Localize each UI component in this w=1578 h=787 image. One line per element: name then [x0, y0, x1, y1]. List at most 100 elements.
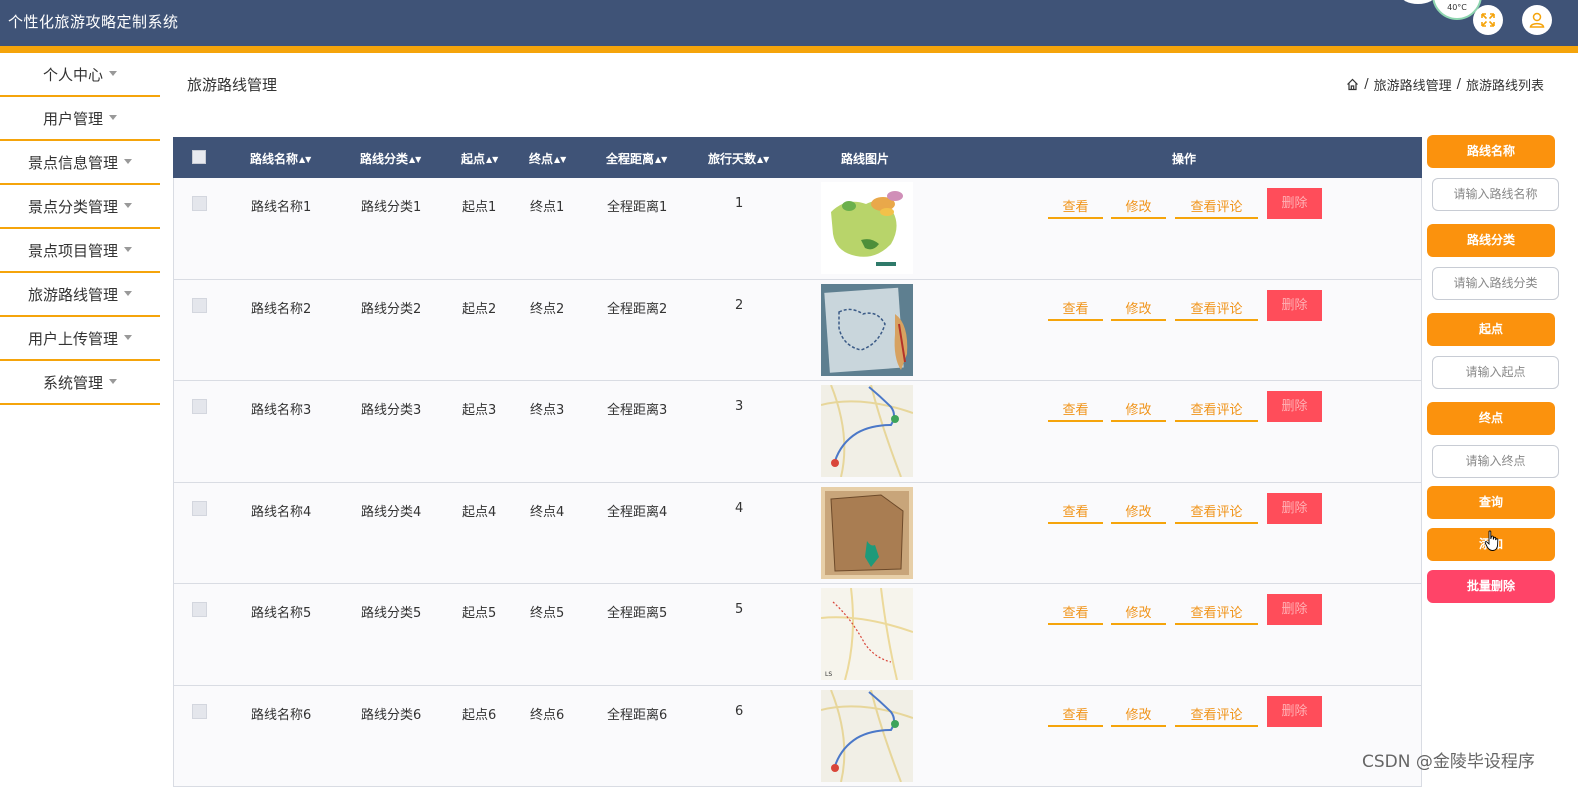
view-button[interactable]: 查看 [1048, 396, 1103, 422]
sidebar-item-travel-route[interactable]: 旅游路线管理 [0, 273, 160, 317]
sidebar-item-label: 用户上传管理 [28, 328, 118, 349]
column-header-end[interactable]: 终点▲▼ [529, 150, 566, 167]
row-checkbox[interactable] [192, 501, 207, 516]
view-comments-button[interactable]: 查看评论 [1175, 193, 1258, 219]
sidebar-item-user-upload[interactable]: 用户上传管理 [0, 317, 160, 361]
cell-route-name: 路线名称1 [251, 196, 311, 215]
table-row: 路线名称3 路线分类3 起点3 终点3 全程距离3 3 查看 修改 查看评论 删… [173, 381, 1422, 483]
caret-down-icon [109, 379, 117, 384]
sidebar-item-personal-center[interactable]: 个人中心 [0, 53, 160, 97]
home-icon[interactable] [1346, 78, 1359, 91]
route-table: 路线名称▲▼ 路线分类▲▼ 起点▲▼ 终点▲▼ 全程距离▲▼ 旅行天数▲▼ 路线… [173, 137, 1422, 787]
view-button[interactable]: 查看 [1048, 193, 1103, 219]
edit-button[interactable]: 修改 [1111, 701, 1166, 727]
edit-button[interactable]: 修改 [1111, 396, 1166, 422]
edit-button[interactable]: 修改 [1111, 193, 1166, 219]
delete-button[interactable]: 删除 [1267, 594, 1322, 625]
cell-start: 起点1 [462, 196, 496, 215]
view-button[interactable]: 查看 [1048, 498, 1103, 524]
caret-down-icon [109, 115, 117, 120]
sidebar-item-scenic-project[interactable]: 景点项目管理 [0, 229, 160, 273]
svg-text:LS: LS [825, 671, 832, 678]
delete-button[interactable]: 删除 [1267, 290, 1322, 321]
route-name-input[interactable]: 请输入路线名称 [1432, 178, 1559, 211]
view-comments-button[interactable]: 查看评论 [1175, 701, 1258, 727]
sidebar-item-system[interactable]: 系统管理 [0, 361, 160, 405]
column-header-ops: 操作 [1172, 150, 1196, 167]
route-map-image: LS [821, 588, 913, 680]
route-name-label: 路线名称 [1427, 135, 1555, 168]
row-checkbox[interactable] [192, 298, 207, 313]
watermark: CSDN @金陵毕设程序 [1362, 747, 1535, 772]
top-header: 个性化旅游攻略定制系统 [0, 0, 1578, 46]
hand-cursor-icon [1484, 530, 1500, 552]
cell-days: 3 [735, 399, 743, 414]
sidebar-item-scenic-info[interactable]: 景点信息管理 [0, 141, 160, 185]
weather-temperature: 40°C [1447, 3, 1467, 12]
edit-button[interactable]: 修改 [1111, 498, 1166, 524]
sidebar-item-label: 旅游路线管理 [28, 284, 118, 305]
column-header-distance[interactable]: 全程距离▲▼ [606, 150, 667, 167]
sidebar-item-user-management[interactable]: 用户管理 [0, 97, 160, 141]
delete-button[interactable]: 删除 [1267, 493, 1322, 524]
row-checkbox[interactable] [192, 196, 207, 211]
sort-icon: ▲▼ [554, 155, 566, 164]
view-comments-button[interactable]: 查看评论 [1175, 295, 1258, 321]
end-label: 终点 [1427, 402, 1555, 435]
cell-start: 起点3 [462, 399, 496, 418]
column-header-label: 路线分类 [360, 152, 408, 166]
query-button[interactable]: 查询 [1427, 486, 1555, 519]
fullscreen-button[interactable] [1473, 5, 1503, 35]
delete-button[interactable]: 删除 [1267, 391, 1322, 422]
delete-button[interactable]: 删除 [1267, 696, 1322, 727]
row-checkbox[interactable] [192, 399, 207, 414]
view-button[interactable]: 查看 [1048, 599, 1103, 625]
table-row: 路线名称6 路线分类6 起点6 终点6 全程距离6 6 查看 修改 查看评论 删… [173, 686, 1422, 787]
column-header-category[interactable]: 路线分类▲▼ [360, 150, 421, 167]
sort-icon: ▲▼ [486, 155, 498, 164]
sidebar-item-scenic-category[interactable]: 景点分类管理 [0, 185, 160, 229]
delete-button[interactable]: 删除 [1267, 188, 1322, 219]
sort-icon: ▲▼ [409, 155, 421, 164]
cell-route-name: 路线名称5 [251, 602, 311, 621]
caret-down-icon [124, 203, 132, 208]
table-row: 路线名称5 路线分类5 起点5 终点5 全程距离5 5 LS 查看 修改 查看评… [173, 584, 1422, 686]
table-row: 路线名称4 路线分类4 起点4 终点4 全程距离4 4 查看 修改 查看评论 删… [173, 483, 1422, 585]
select-all-checkbox[interactable] [192, 150, 206, 164]
route-map-image [821, 385, 913, 477]
cell-days: 4 [735, 501, 743, 516]
route-category-input[interactable]: 请输入路线分类 [1432, 267, 1559, 300]
cell-route-name: 路线名称6 [251, 704, 311, 723]
row-checkbox[interactable] [192, 704, 207, 719]
cell-days: 1 [735, 196, 743, 211]
column-header-name[interactable]: 路线名称▲▼ [250, 150, 311, 167]
row-checkbox[interactable] [192, 602, 207, 617]
column-header-start[interactable]: 起点▲▼ [461, 150, 498, 167]
caret-down-icon [109, 71, 117, 76]
column-header-image: 路线图片 [841, 150, 889, 167]
sidebar-item-label: 系统管理 [43, 372, 103, 393]
breadcrumb-item-route-list: 旅游路线列表 [1466, 75, 1544, 94]
view-comments-button[interactable]: 查看评论 [1175, 498, 1258, 524]
cell-end: 终点1 [530, 196, 564, 215]
sidebar-item-label: 用户管理 [43, 108, 103, 129]
breadcrumb-item-route-management[interactable]: 旅游路线管理 [1374, 75, 1452, 94]
column-header-days[interactable]: 旅行天数▲▼ [708, 150, 769, 167]
edit-button[interactable]: 修改 [1111, 295, 1166, 321]
batch-delete-button[interactable]: 批量删除 [1427, 570, 1555, 603]
sort-icon: ▲▼ [757, 155, 769, 164]
view-button[interactable]: 查看 [1048, 295, 1103, 321]
start-input[interactable]: 请输入起点 [1432, 356, 1559, 389]
cell-route-name: 路线名称4 [251, 501, 311, 520]
view-button[interactable]: 查看 [1048, 701, 1103, 727]
view-comments-button[interactable]: 查看评论 [1175, 396, 1258, 422]
table-header: 路线名称▲▼ 路线分类▲▼ 起点▲▼ 终点▲▼ 全程距离▲▼ 旅行天数▲▼ 路线… [173, 137, 1422, 178]
sidebar-item-label: 景点分类管理 [28, 196, 118, 217]
edit-button[interactable]: 修改 [1111, 599, 1166, 625]
cell-distance: 全程距离4 [607, 501, 667, 520]
cell-distance: 全程距离6 [607, 704, 667, 723]
user-menu-button[interactable] [1522, 5, 1552, 35]
cell-distance: 全程距离2 [607, 298, 667, 317]
end-input[interactable]: 请输入终点 [1432, 445, 1559, 478]
view-comments-button[interactable]: 查看评论 [1175, 599, 1258, 625]
